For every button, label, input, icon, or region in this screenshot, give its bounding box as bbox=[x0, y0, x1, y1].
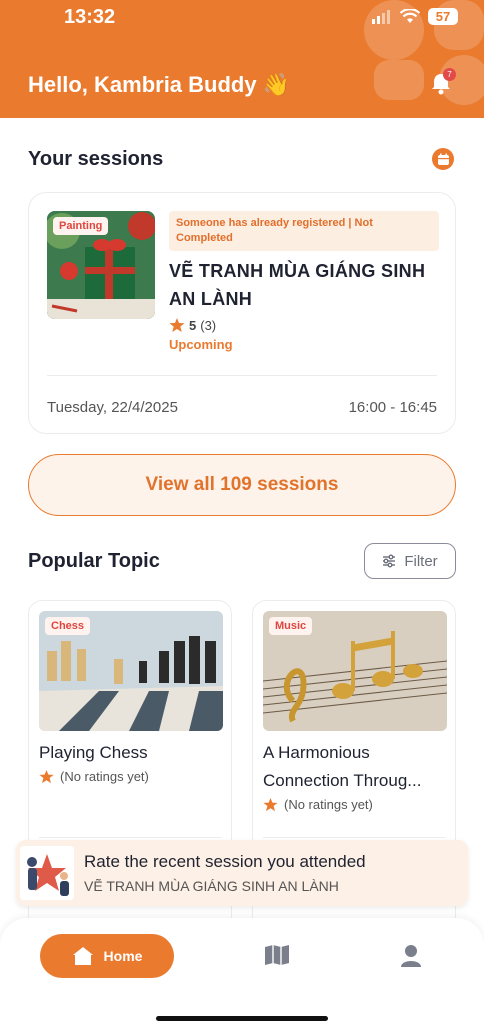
main-content: Your sessions Painting Someone has alrea… bbox=[0, 118, 484, 1024]
home-indicator bbox=[156, 1016, 328, 1021]
star-icon bbox=[39, 769, 54, 784]
session-card[interactable]: Painting Someone has already registered … bbox=[28, 192, 456, 434]
session-time: 16:00 - 16:45 bbox=[348, 399, 437, 416]
profile-icon[interactable] bbox=[400, 944, 422, 968]
bottom-navigation: Home bbox=[0, 918, 484, 1024]
calendar-button[interactable] bbox=[432, 148, 454, 170]
cellular-signal-icon bbox=[372, 9, 390, 24]
nav-home-button[interactable]: Home bbox=[40, 934, 174, 978]
category-tag: Music bbox=[269, 617, 313, 635]
status-time: 13:32 bbox=[64, 6, 116, 28]
rating-text: (No ratings yet) bbox=[60, 769, 149, 784]
registration-status-tag: Someone has already registered | Not Com… bbox=[169, 211, 439, 251]
rate-banner-title: Rate the recent session you attended bbox=[84, 852, 366, 871]
card-divider bbox=[39, 837, 221, 838]
topic-title: A Harmonious Connection Throug... bbox=[263, 743, 422, 790]
greeting-text: Hello, Kambria Buddy 👋 bbox=[28, 72, 291, 97]
nav-home-label: Home bbox=[103, 948, 143, 964]
view-all-sessions-button[interactable]: View all 109 sessions bbox=[28, 454, 456, 516]
topic-image: Music bbox=[263, 611, 447, 731]
filter-button[interactable]: Filter bbox=[364, 543, 456, 579]
status-icons: 57 bbox=[372, 8, 458, 25]
rating-illustration bbox=[20, 846, 74, 900]
session-date: Tuesday, 22/4/2025 bbox=[47, 399, 178, 416]
notification-badge: 7 bbox=[443, 68, 456, 81]
your-sessions-title: Your sessions bbox=[28, 148, 164, 170]
topic-rating: (No ratings yet) bbox=[263, 797, 373, 812]
session-name: VẼ TRANH MÙA GIÁNG SINH AN LÀNH bbox=[169, 261, 426, 309]
topic-title: Playing Chess bbox=[39, 743, 148, 762]
battery-indicator: 57 bbox=[428, 8, 458, 25]
star-icon bbox=[263, 797, 278, 812]
home-icon bbox=[72, 947, 93, 965]
wifi-icon bbox=[400, 9, 420, 23]
category-tag: Chess bbox=[45, 617, 91, 635]
rating-text: (No ratings yet) bbox=[284, 797, 373, 812]
filter-sliders-icon bbox=[383, 554, 396, 568]
session-state: Upcoming bbox=[169, 337, 233, 352]
topic-image: Chess bbox=[39, 611, 223, 731]
card-divider bbox=[263, 837, 445, 838]
filter-label: Filter bbox=[404, 552, 438, 570]
popular-topic-title: Popular Topic bbox=[28, 550, 160, 572]
book-map-icon[interactable] bbox=[264, 944, 290, 966]
rating-count: (3) bbox=[200, 317, 217, 333]
rating-value: 5 bbox=[189, 317, 197, 333]
rating-star-illustration-icon bbox=[20, 846, 74, 900]
session-rating: 5 (3) bbox=[169, 317, 216, 333]
category-tag: Painting bbox=[53, 217, 109, 235]
rate-session-banner[interactable]: Rate the recent session you attended VẼ … bbox=[16, 840, 468, 906]
topic-rating: (No ratings yet) bbox=[39, 769, 149, 784]
app-header: 13:32 57 Hello, Kambria Buddy 👋 7 bbox=[0, 0, 484, 118]
calendar-icon bbox=[437, 153, 449, 165]
card-divider bbox=[47, 375, 437, 376]
rate-banner-subtitle: VẼ TRANH MÙA GIÁNG SINH AN LÀNH bbox=[84, 878, 339, 894]
session-thumbnail: Painting bbox=[47, 211, 155, 319]
star-icon bbox=[169, 318, 185, 332]
